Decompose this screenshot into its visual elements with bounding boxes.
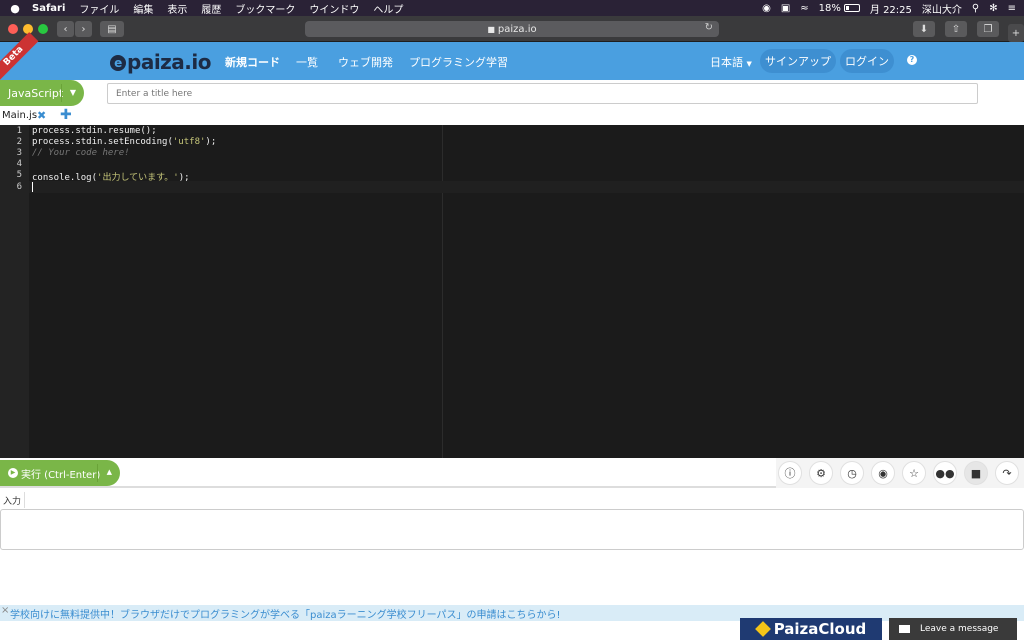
battery-icon — [843, 4, 860, 12]
close-window-button[interactable] — [8, 24, 18, 34]
zoom-window-button[interactable] — [38, 24, 48, 34]
people-icon[interactable]: ●● — [933, 461, 957, 485]
paizacloud-badge[interactable]: PaizaCloud — [740, 618, 882, 640]
nav-new-code[interactable]: 新規コード — [225, 54, 280, 70]
language-label: JavaScript — [8, 86, 64, 100]
lock-icon[interactable]: ■ — [964, 461, 988, 485]
macos-menu-bar: ● Safari ファイル 編集 表示 履歴 ブックマーク ウインドウ ヘルプ … — [0, 0, 1024, 16]
share-button[interactable]: ⇧ — [945, 21, 967, 37]
nav-programming-learning[interactable]: プログラミング学習 — [409, 54, 508, 70]
caret-up-icon[interactable]: ▲ — [107, 468, 112, 476]
gear-icon[interactable]: ⚙ — [809, 461, 833, 485]
site-header: Beta e paiza.io 新規コード 一覧 ウェブ開発 プログラミング学習 … — [0, 32, 1024, 81]
code-line: process.stdin.resume(); — [32, 126, 157, 136]
language-select-button[interactable]: JavaScript ▼ — [0, 80, 84, 106]
menu-item-window[interactable]: ウインドウ — [309, 1, 359, 16]
menu-item-edit[interactable]: 編集 — [133, 1, 153, 16]
menu-item-view[interactable]: 表示 — [167, 1, 187, 16]
tool-buttons: ⓘ ⚙ ◷ ◉ ☆ ●● ■ ↷ — [776, 458, 1024, 488]
line-number: 3 — [16, 148, 22, 158]
clock-icon[interactable]: ◷ — [840, 461, 864, 485]
menu-item-help[interactable]: ヘルプ — [373, 1, 403, 16]
lock-icon: ■ — [487, 24, 495, 34]
url-text: paiza.io — [497, 23, 537, 35]
stdin-input[interactable] — [0, 509, 1024, 550]
print-margin — [442, 125, 443, 458]
star-icon[interactable]: ☆ — [902, 461, 926, 485]
menu-item-file[interactable]: ファイル — [79, 1, 119, 16]
apple-menu-icon[interactable]: ● — [8, 2, 22, 15]
line-number: 6 — [16, 182, 22, 192]
reload-icon[interactable]: ↻ — [705, 22, 713, 33]
text-cursor — [32, 182, 33, 192]
address-bar[interactable]: ■ paiza.io ↻ — [305, 21, 719, 37]
line-number-gutter: 1 2 3 4 5 6 — [0, 125, 29, 458]
chat-widget[interactable]: Leave a message — [889, 618, 1017, 640]
button-divider — [61, 84, 62, 102]
banner-text[interactable]: 学校向けに無料提供中！ブラウザだけでプログラミングが学べる「paizaラーニング… — [10, 606, 561, 621]
spotlight-search-icon[interactable]: ⚲ — [972, 3, 979, 14]
language-selector[interactable]: 日本語 ▼ — [710, 54, 752, 70]
browser-toolbar: ‹ › ▤ ■ paiza.io ↻ ⬇ ⇧ ❐ + — [0, 16, 1024, 42]
clock[interactable]: 月 22:25 — [870, 1, 912, 16]
envelope-icon — [899, 625, 910, 633]
line-number: 1 — [16, 126, 22, 136]
downloads-button[interactable]: ⬇ — [913, 21, 935, 37]
play-icon: ▶ — [8, 468, 18, 478]
user-name[interactable]: 深山大介 — [922, 1, 962, 16]
cube-icon — [754, 621, 771, 637]
menu-item-bookmarks[interactable]: ブックマーク — [235, 1, 295, 16]
nav-list[interactable]: 一覧 — [296, 54, 318, 70]
creative-cloud-icon[interactable]: ◉ — [762, 3, 771, 14]
menu-app-name[interactable]: Safari — [32, 3, 65, 14]
notification-center-icon[interactable]: ≡ — [1008, 3, 1016, 14]
battery-status[interactable]: 18% — [819, 3, 860, 14]
code-line: // Your code here! — [32, 148, 130, 158]
input-method-icon[interactable]: ▣ — [781, 3, 790, 14]
run-bar: ▶ 実行 (Ctrl-Enter) ▲ ⓘ ⚙ ◷ ◉ ☆ ●● ■ ↷ — [0, 458, 1024, 488]
menu-item-history[interactable]: 履歴 — [201, 1, 221, 16]
sidebar-toggle-button[interactable]: ▤ — [100, 21, 124, 37]
input-tab[interactable]: 入力 — [0, 492, 26, 508]
paiza-logo-icon: e — [110, 55, 126, 71]
close-tab-icon[interactable]: ✖ — [37, 109, 46, 122]
paiza-logo[interactable]: e paiza.io — [110, 50, 212, 74]
add-file-icon[interactable]: ✚ — [60, 107, 72, 123]
code-line: console.log('出力しています。'); — [32, 173, 190, 183]
run-button[interactable]: ▶ 実行 (Ctrl-Enter) ▲ — [0, 460, 120, 486]
title-input[interactable] — [107, 83, 978, 104]
signup-button[interactable]: サインアップ — [760, 49, 836, 73]
run-label: 実行 (Ctrl-Enter) — [21, 469, 101, 481]
line-number: 4 — [16, 159, 22, 169]
new-tab-button[interactable]: + — [1008, 24, 1024, 42]
nav-web-dev[interactable]: ウェブ開発 — [338, 54, 393, 70]
line-number: 2 — [16, 137, 22, 147]
github-icon[interactable]: ◉ — [871, 461, 895, 485]
back-button[interactable]: ‹ — [57, 21, 74, 37]
help-icon[interactable]: ? — [907, 55, 917, 65]
status-area: ◉ ▣ ≈ 18% 月 22:25 深山大介 ⚲ ✻ ≡ — [762, 1, 1016, 16]
caret-down-icon: ▼ — [69, 88, 76, 97]
caret-down-icon: ▼ — [746, 60, 752, 68]
wifi-icon[interactable]: ≈ — [800, 3, 808, 14]
tab-main-js[interactable]: Main.js — [2, 110, 37, 121]
line-number: 5 — [16, 170, 22, 180]
code-editor[interactable]: 1 2 3 4 5 6 process.stdin.resume(); proc… — [0, 125, 1024, 458]
share-icon[interactable]: ↷ — [995, 461, 1019, 485]
siri-icon[interactable]: ✻ — [989, 3, 997, 14]
code-line: process.stdin.setEncoding('utf8'); — [32, 137, 217, 147]
file-tab-bar: Main.js ✖ ✚ — [0, 107, 1024, 125]
close-icon[interactable]: × — [1, 605, 9, 616]
forward-button[interactable]: › — [75, 21, 92, 37]
tabs-overview-button[interactable]: ❐ — [977, 21, 999, 37]
button-divider — [97, 464, 98, 482]
info-icon[interactable]: ⓘ — [778, 461, 802, 485]
login-button[interactable]: ログイン — [840, 49, 894, 73]
